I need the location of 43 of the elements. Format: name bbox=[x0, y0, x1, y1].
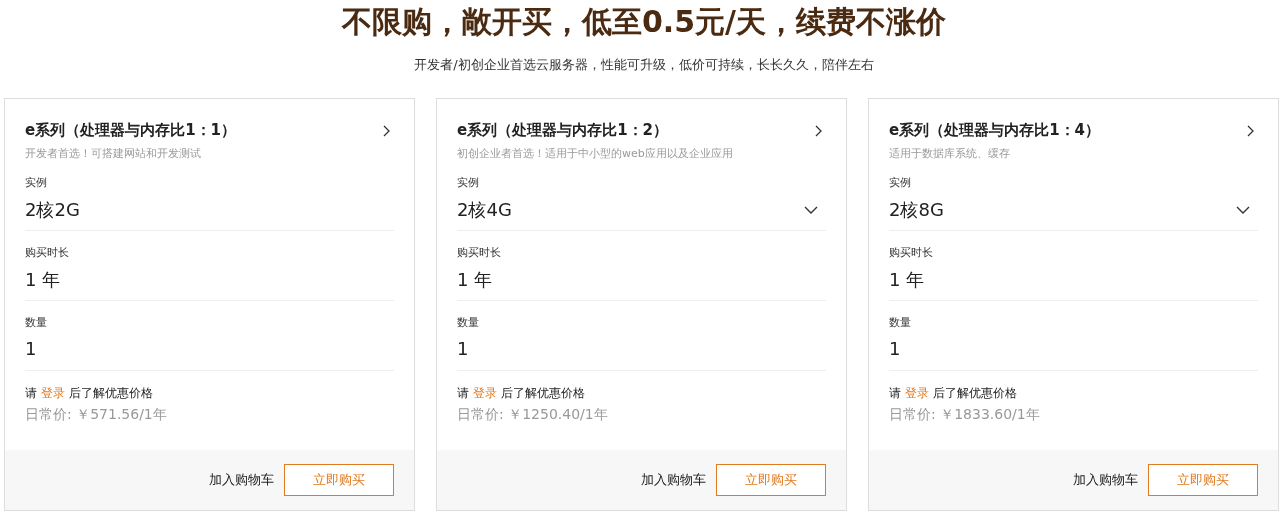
field-value[interactable]: 1 bbox=[889, 338, 901, 359]
card-title: e系列（处理器与内存比1：1） bbox=[25, 121, 237, 140]
field-label: 实例 bbox=[25, 175, 48, 190]
login-prompt-text: 后了解优惠价格 bbox=[932, 386, 1017, 400]
login-prompt-text: 后了解优惠价格 bbox=[68, 386, 153, 400]
card-title: e系列（处理器与内存比1：4） bbox=[889, 121, 1101, 140]
chevron-right-icon[interactable] bbox=[1246, 124, 1254, 137]
field-label: 购买时长 bbox=[889, 245, 934, 260]
field-value[interactable]: 2核4G bbox=[457, 198, 512, 222]
card-title: e系列（处理器与内存比1：2） bbox=[457, 121, 669, 140]
login-prompt-text: 后了解优惠价格 bbox=[500, 386, 585, 400]
regular-price: 日常价: ￥1833.60/1年 bbox=[889, 406, 1041, 424]
chevron-right-icon[interactable] bbox=[382, 124, 390, 137]
field-value[interactable]: 1 bbox=[457, 338, 469, 359]
login-prompt-prefix: 请 bbox=[25, 386, 37, 400]
regular-price: 日常价: ￥571.56/1年 bbox=[25, 406, 168, 424]
chevron-down-icon[interactable] bbox=[804, 206, 818, 214]
chevron-right-icon[interactable] bbox=[814, 124, 822, 137]
field-label: 实例 bbox=[889, 175, 912, 190]
page-subheading: 开发者/初创企业首选云服务器，性能可升级，低价可持续，长长久久，陪伴左右 bbox=[413, 56, 875, 74]
field-label: 数量 bbox=[457, 315, 480, 330]
field-value[interactable]: 1 年 bbox=[889, 268, 925, 292]
chevron-down-icon[interactable] bbox=[1236, 206, 1250, 214]
field-value[interactable]: 2核8G bbox=[889, 198, 944, 222]
field-label: 购买时长 bbox=[457, 245, 502, 260]
field-value[interactable]: 1 bbox=[25, 338, 37, 359]
field-label: 数量 bbox=[25, 315, 48, 330]
field-label: 实例 bbox=[457, 175, 480, 190]
add-to-cart-button[interactable]: 加入购物车 bbox=[1073, 471, 1138, 489]
field-label: 购买时长 bbox=[25, 245, 70, 260]
add-to-cart-button[interactable]: 加入购物车 bbox=[209, 471, 274, 489]
card-subtitle: 初创企业者首选！适用于中小型的web应用以及企业应用 bbox=[457, 146, 734, 161]
login-prompt-prefix: 请 bbox=[889, 386, 901, 400]
page-heading: 不限购，敞开买，低至0.5元/天，续费不涨价 bbox=[340, 3, 948, 41]
field-label: 数量 bbox=[889, 315, 912, 330]
card-subtitle: 开发者首选！可搭建网站和开发测试 bbox=[25, 146, 202, 161]
regular-price: 日常价: ￥1250.40/1年 bbox=[457, 406, 609, 424]
field-value[interactable]: 2核2G bbox=[25, 198, 80, 222]
login-prompt-prefix: 请 bbox=[457, 386, 469, 400]
card-subtitle: 适用于数据库系统、缓存 bbox=[889, 146, 1011, 161]
field-value[interactable]: 1 年 bbox=[457, 268, 493, 292]
add-to-cart-button[interactable]: 加入购物车 bbox=[641, 471, 706, 489]
field-value[interactable]: 1 年 bbox=[25, 268, 61, 292]
